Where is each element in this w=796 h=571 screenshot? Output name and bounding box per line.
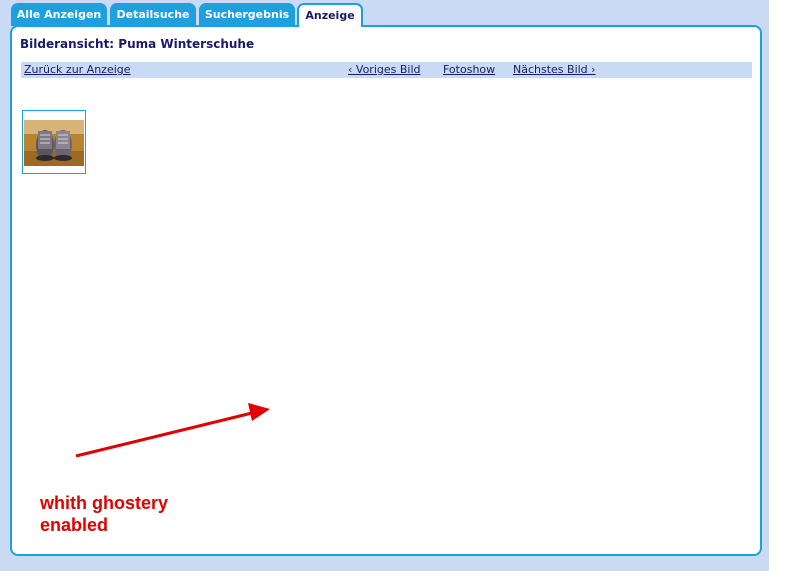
annotation-note: whith ghostery enabled xyxy=(40,492,240,536)
annotation-line-2: enabled xyxy=(40,515,109,535)
red-arrow-icon xyxy=(75,403,270,458)
annotation-line-1: whith ghostery xyxy=(40,493,169,513)
page-background: Alle Anzeigen Detailsuche Suchergebnis A… xyxy=(0,0,769,571)
